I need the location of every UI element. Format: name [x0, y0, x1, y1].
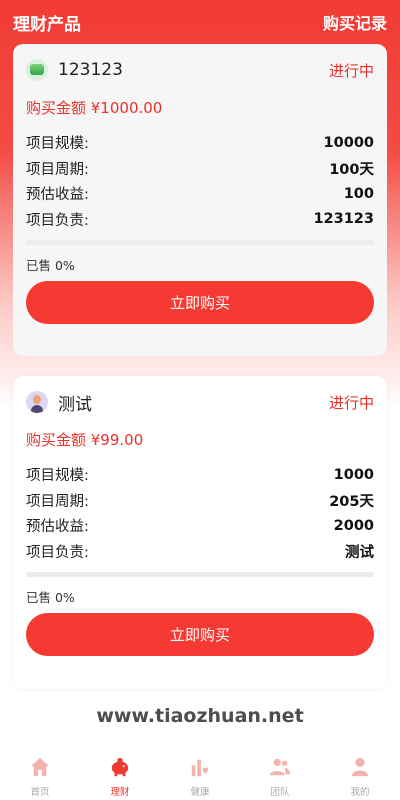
- detail-label: 项目规模:: [26, 468, 89, 485]
- product-name: 123123: [58, 60, 123, 80]
- detail-value: 205天: [329, 493, 374, 510]
- detail-value: 123123: [313, 211, 374, 228]
- detail-label: 项目周期:: [26, 161, 89, 178]
- buy-now-button[interactable]: 立即购买: [26, 281, 374, 324]
- sold-percentage: 已售 0%: [26, 258, 75, 273]
- detail-value: 2000: [333, 517, 374, 534]
- person-avatar-icon: [26, 391, 48, 413]
- detail-value: 10000: [323, 134, 374, 151]
- tab-me[interactable]: 我的: [320, 746, 400, 800]
- detail-label: 预估收益:: [26, 519, 89, 536]
- sold-percentage: 已售 0%: [26, 590, 75, 605]
- detail-row: 项目周期: 100天: [26, 156, 374, 182]
- purchase-amount: 购买金额 ¥1000.00: [26, 99, 163, 117]
- detail-row: 项目规模: 10000: [26, 130, 374, 156]
- team-icon: [269, 758, 291, 776]
- detail-row: 预估收益: 100: [26, 181, 374, 207]
- detail-label: 预估收益:: [26, 187, 89, 204]
- detail-value: 1000: [333, 466, 374, 483]
- user-icon: [351, 757, 369, 777]
- purchase-amount: 购买金额 ¥99.00: [26, 431, 144, 449]
- product-status: 进行中: [328, 61, 374, 80]
- detail-label: 项目规模:: [26, 136, 89, 153]
- tab-label: 理财: [110, 787, 130, 798]
- product-name: 测试: [58, 394, 92, 415]
- product-card-header: 123123 进行中: [26, 44, 374, 96]
- detail-row: 项目规模: 1000: [26, 462, 374, 488]
- detail-label: 项目周期:: [26, 493, 89, 510]
- top-bar: 理财产品 购买记录: [0, 0, 400, 44]
- watermark: www.tiaozhuan.net: [96, 705, 304, 727]
- product-card: 测试 进行中 购买金额 ¥99.00 项目规模: 1000 项目周期: 205天…: [13, 376, 387, 689]
- product-card: 123123 进行中 购买金额 ¥1000.00 项目规模: 10000 项目周…: [13, 44, 387, 356]
- detail-label: 项目负责:: [26, 212, 89, 229]
- tab-home[interactable]: 首页: [0, 746, 80, 800]
- detail-value: 100天: [329, 161, 374, 178]
- tab-label: 我的: [350, 787, 370, 798]
- product-card-header: 测试 进行中: [26, 376, 374, 428]
- detail-value: 100: [343, 185, 374, 202]
- home-icon: [30, 757, 50, 777]
- tab-finance[interactable]: 理财: [80, 746, 160, 800]
- purchase-records-link[interactable]: 购买记录: [323, 10, 387, 34]
- detail-row: 项目周期: 205天: [26, 488, 374, 514]
- detail-row: 项目负责: 123123: [26, 207, 374, 233]
- page-title: 理财产品: [13, 14, 81, 35]
- detail-label: 项目负责:: [26, 544, 89, 561]
- green-image-icon: [26, 59, 48, 81]
- detail-row: 项目负责: 测试: [26, 539, 374, 565]
- detail-value: 测试: [345, 544, 374, 561]
- detail-row: 预估收益: 2000: [26, 513, 374, 539]
- tab-label: 健康: [190, 787, 210, 798]
- tab-team[interactable]: 团队: [240, 746, 320, 800]
- piggy-bank-icon: [111, 757, 129, 777]
- buy-now-button[interactable]: 立即购买: [26, 613, 374, 656]
- tab-health[interactable]: 健康: [160, 746, 240, 800]
- tab-label: 团队: [270, 787, 290, 798]
- product-status: 进行中: [328, 393, 374, 412]
- health-chart-icon: [191, 759, 209, 777]
- sales-progress-bar: [26, 240, 374, 245]
- sales-progress-bar: [26, 572, 374, 577]
- tab-label: 首页: [30, 787, 50, 798]
- bottom-tab-bar: 首页 理财 健康 团队 我的: [0, 746, 400, 800]
